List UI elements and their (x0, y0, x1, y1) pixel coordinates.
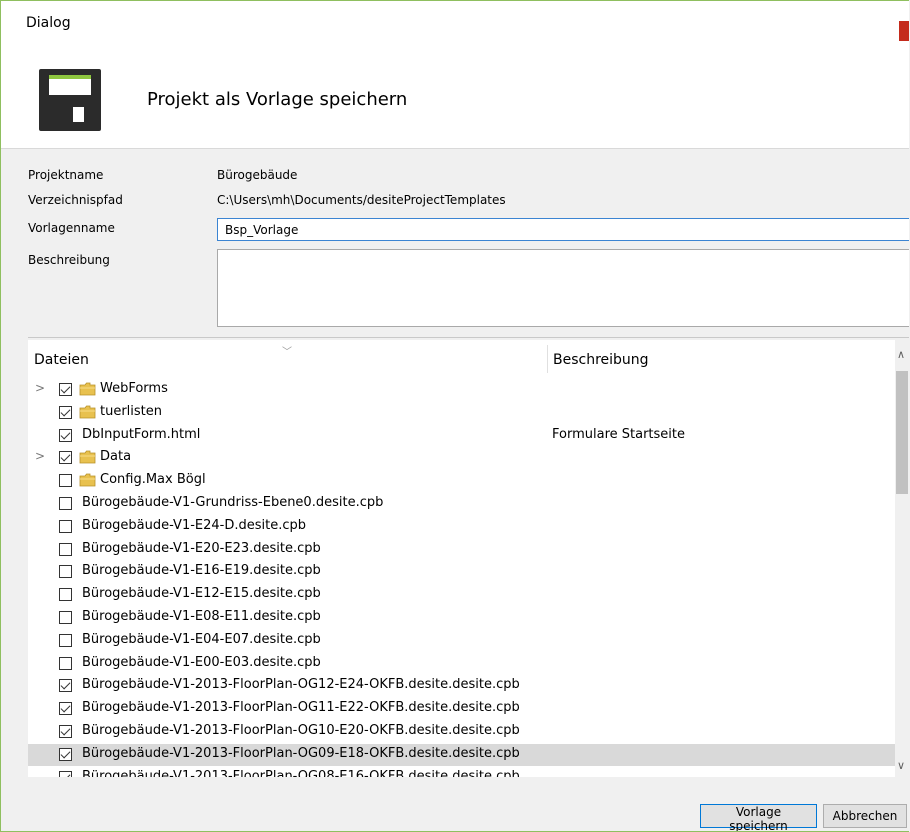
row-name: Bürogebäude-V1-E04-E07.desite.cpb (82, 632, 321, 647)
row-name: tuerlisten (100, 404, 163, 419)
row-name: Bürogebäude-V1-2013-FloorPlan-OG10-E20-O… (82, 723, 520, 738)
tree-row[interactable]: Bürogebäude-V1-2013-FloorPlan-OG08-E16-O… (28, 767, 895, 777)
column-header-description[interactable]: Beschreibung (553, 352, 649, 368)
project-name-label: Projektname (28, 168, 104, 182)
row-name: Bürogebäude-V1-Grundriss-Ebene0.desite.c… (82, 495, 384, 510)
row-name: Bürogebäude-V1-E00-E03.desite.cpb (82, 655, 321, 670)
scroll-down-arrow-icon[interactable]: ∨ (897, 759, 905, 772)
scrollbar-thumb[interactable] (896, 371, 908, 494)
row-name: Data (100, 449, 132, 464)
dialog-header: Projekt als Vorlage speichern (1, 41, 909, 149)
directory-path-value: C:\Users\mh\Documents/desiteProjectTempl… (217, 193, 506, 207)
row-name: Bürogebäude-V1-E20-E23.desite.cpb (82, 541, 321, 556)
row-checkbox[interactable] (59, 520, 72, 533)
folder-icon (79, 382, 96, 396)
scroll-up-arrow-icon[interactable]: ∧ (897, 348, 905, 361)
title-bar: Dialog (1, 1, 909, 41)
dialog-window: Dialog Projekt als Vorlage speichern Pro… (0, 0, 909, 832)
tree-row[interactable]: Bürogebäude-V1-E00-E03.desite.cpb (28, 653, 895, 675)
row-name: Bürogebäude-V1-E16-E19.desite.cpb (82, 563, 321, 578)
row-checkbox[interactable] (59, 611, 72, 624)
row-checkbox[interactable] (59, 497, 72, 510)
tree-row[interactable]: Bürogebäude-V1-2013-FloorPlan-OG09-E18-O… (28, 744, 895, 766)
dialog-heading: Projekt als Vorlage speichern (147, 89, 408, 110)
template-name-input[interactable] (217, 218, 909, 241)
directory-path-label: Verzeichnispfad (28, 193, 123, 207)
row-name: Config.Max Bögl (100, 472, 206, 487)
project-name-value: Bürogebäude (217, 168, 298, 182)
row-checkbox[interactable] (59, 725, 72, 738)
row-name: Bürogebäude-V1-2013-FloorPlan-OG08-E16-O… (82, 769, 520, 777)
row-name: Bürogebäude-V1-2013-FloorPlan-OG09-E18-O… (82, 746, 520, 761)
description-textarea[interactable] (217, 249, 909, 327)
row-checkbox[interactable] (59, 657, 72, 670)
template-name-label: Vorlagenname (28, 221, 115, 235)
tree-row[interactable]: Bürogebäude-V1-E08-E11.desite.cpb (28, 607, 895, 629)
tree-row[interactable]: Bürogebäude-V1-2013-FloorPlan-OG10-E20-O… (28, 721, 895, 743)
tree-row[interactable]: > WebForms (28, 379, 895, 401)
row-checkbox[interactable] (59, 634, 72, 647)
close-button[interactable] (899, 21, 909, 41)
folder-icon (79, 450, 96, 464)
column-separator[interactable] (547, 345, 548, 373)
cancel-button[interactable]: Abbrechen (823, 804, 907, 828)
row-checkbox[interactable] (59, 451, 72, 464)
row-name: Bürogebäude-V1-E24-D.desite.cpb (82, 518, 307, 533)
row-name: Bürogebäude-V1-2013-FloorPlan-OG12-E24-O… (82, 677, 520, 692)
tree-row[interactable]: tuerlisten (28, 402, 895, 424)
row-checkbox[interactable] (59, 474, 72, 487)
row-checkbox[interactable] (59, 383, 72, 396)
row-checkbox[interactable] (59, 429, 72, 442)
tree-row[interactable]: Bürogebäude-V1-E20-E23.desite.cpb (28, 539, 895, 561)
row-name: Bürogebäude-V1-2013-FloorPlan-OG11-E22-O… (82, 700, 520, 715)
vertical-scrollbar[interactable]: ∧ ∨ (895, 340, 909, 777)
column-header-files[interactable]: Dateien (34, 352, 89, 368)
tree-row[interactable]: Bürogebäude-V1-2013-FloorPlan-OG12-E24-O… (28, 675, 895, 697)
row-name: Bürogebäude-V1-E08-E11.desite.cpb (82, 609, 321, 624)
row-checkbox[interactable] (59, 771, 72, 777)
row-checkbox[interactable] (59, 748, 72, 761)
file-tree[interactable]: ﹀ Dateien Beschreibung > WebForms tuerlist… (28, 340, 909, 777)
divider (28, 337, 909, 338)
row-description: Formulare Startseite (552, 427, 685, 442)
tree-row[interactable]: > Data (28, 447, 895, 469)
save-template-button[interactable]: Vorlage speichern (700, 804, 817, 831)
row-checkbox[interactable] (59, 679, 72, 692)
tree-row[interactable]: Bürogebäude-V1-E04-E07.desite.cpb (28, 630, 895, 652)
row-checkbox[interactable] (59, 543, 72, 556)
tree-row[interactable]: Bürogebäude-V1-E24-D.desite.cpb (28, 516, 895, 538)
folder-icon (79, 405, 96, 419)
tree-row[interactable]: DbInputForm.html Formulare Startseite (28, 425, 895, 447)
column-sort-chevron-icon: ﹀ (282, 347, 292, 358)
tree-row[interactable]: Bürogebäude-V1-Grundriss-Ebene0.desite.c… (28, 493, 895, 515)
row-name: WebForms (100, 381, 168, 396)
window-title: Dialog (26, 15, 71, 31)
expand-chevron-icon[interactable]: > (35, 381, 45, 395)
row-name: DbInputForm.html (82, 427, 201, 442)
tree-row[interactable]: Bürogebäude-V1-E16-E19.desite.cpb (28, 561, 895, 583)
description-label: Beschreibung (28, 253, 110, 267)
tree-row[interactable]: Config.Max Bögl (28, 470, 895, 492)
row-checkbox[interactable] (59, 565, 72, 578)
row-checkbox[interactable] (59, 702, 72, 715)
row-checkbox[interactable] (59, 406, 72, 419)
row-name: Bürogebäude-V1-E12-E15.desite.cpb (82, 586, 321, 601)
tree-row[interactable]: Bürogebäude-V1-E12-E15.desite.cpb (28, 584, 895, 606)
tree-row[interactable]: Bürogebäude-V1-2013-FloorPlan-OG11-E22-O… (28, 698, 895, 720)
floppy-disk-icon (39, 69, 101, 131)
folder-icon (79, 473, 96, 487)
row-checkbox[interactable] (59, 588, 72, 601)
expand-chevron-icon[interactable]: > (35, 449, 45, 463)
